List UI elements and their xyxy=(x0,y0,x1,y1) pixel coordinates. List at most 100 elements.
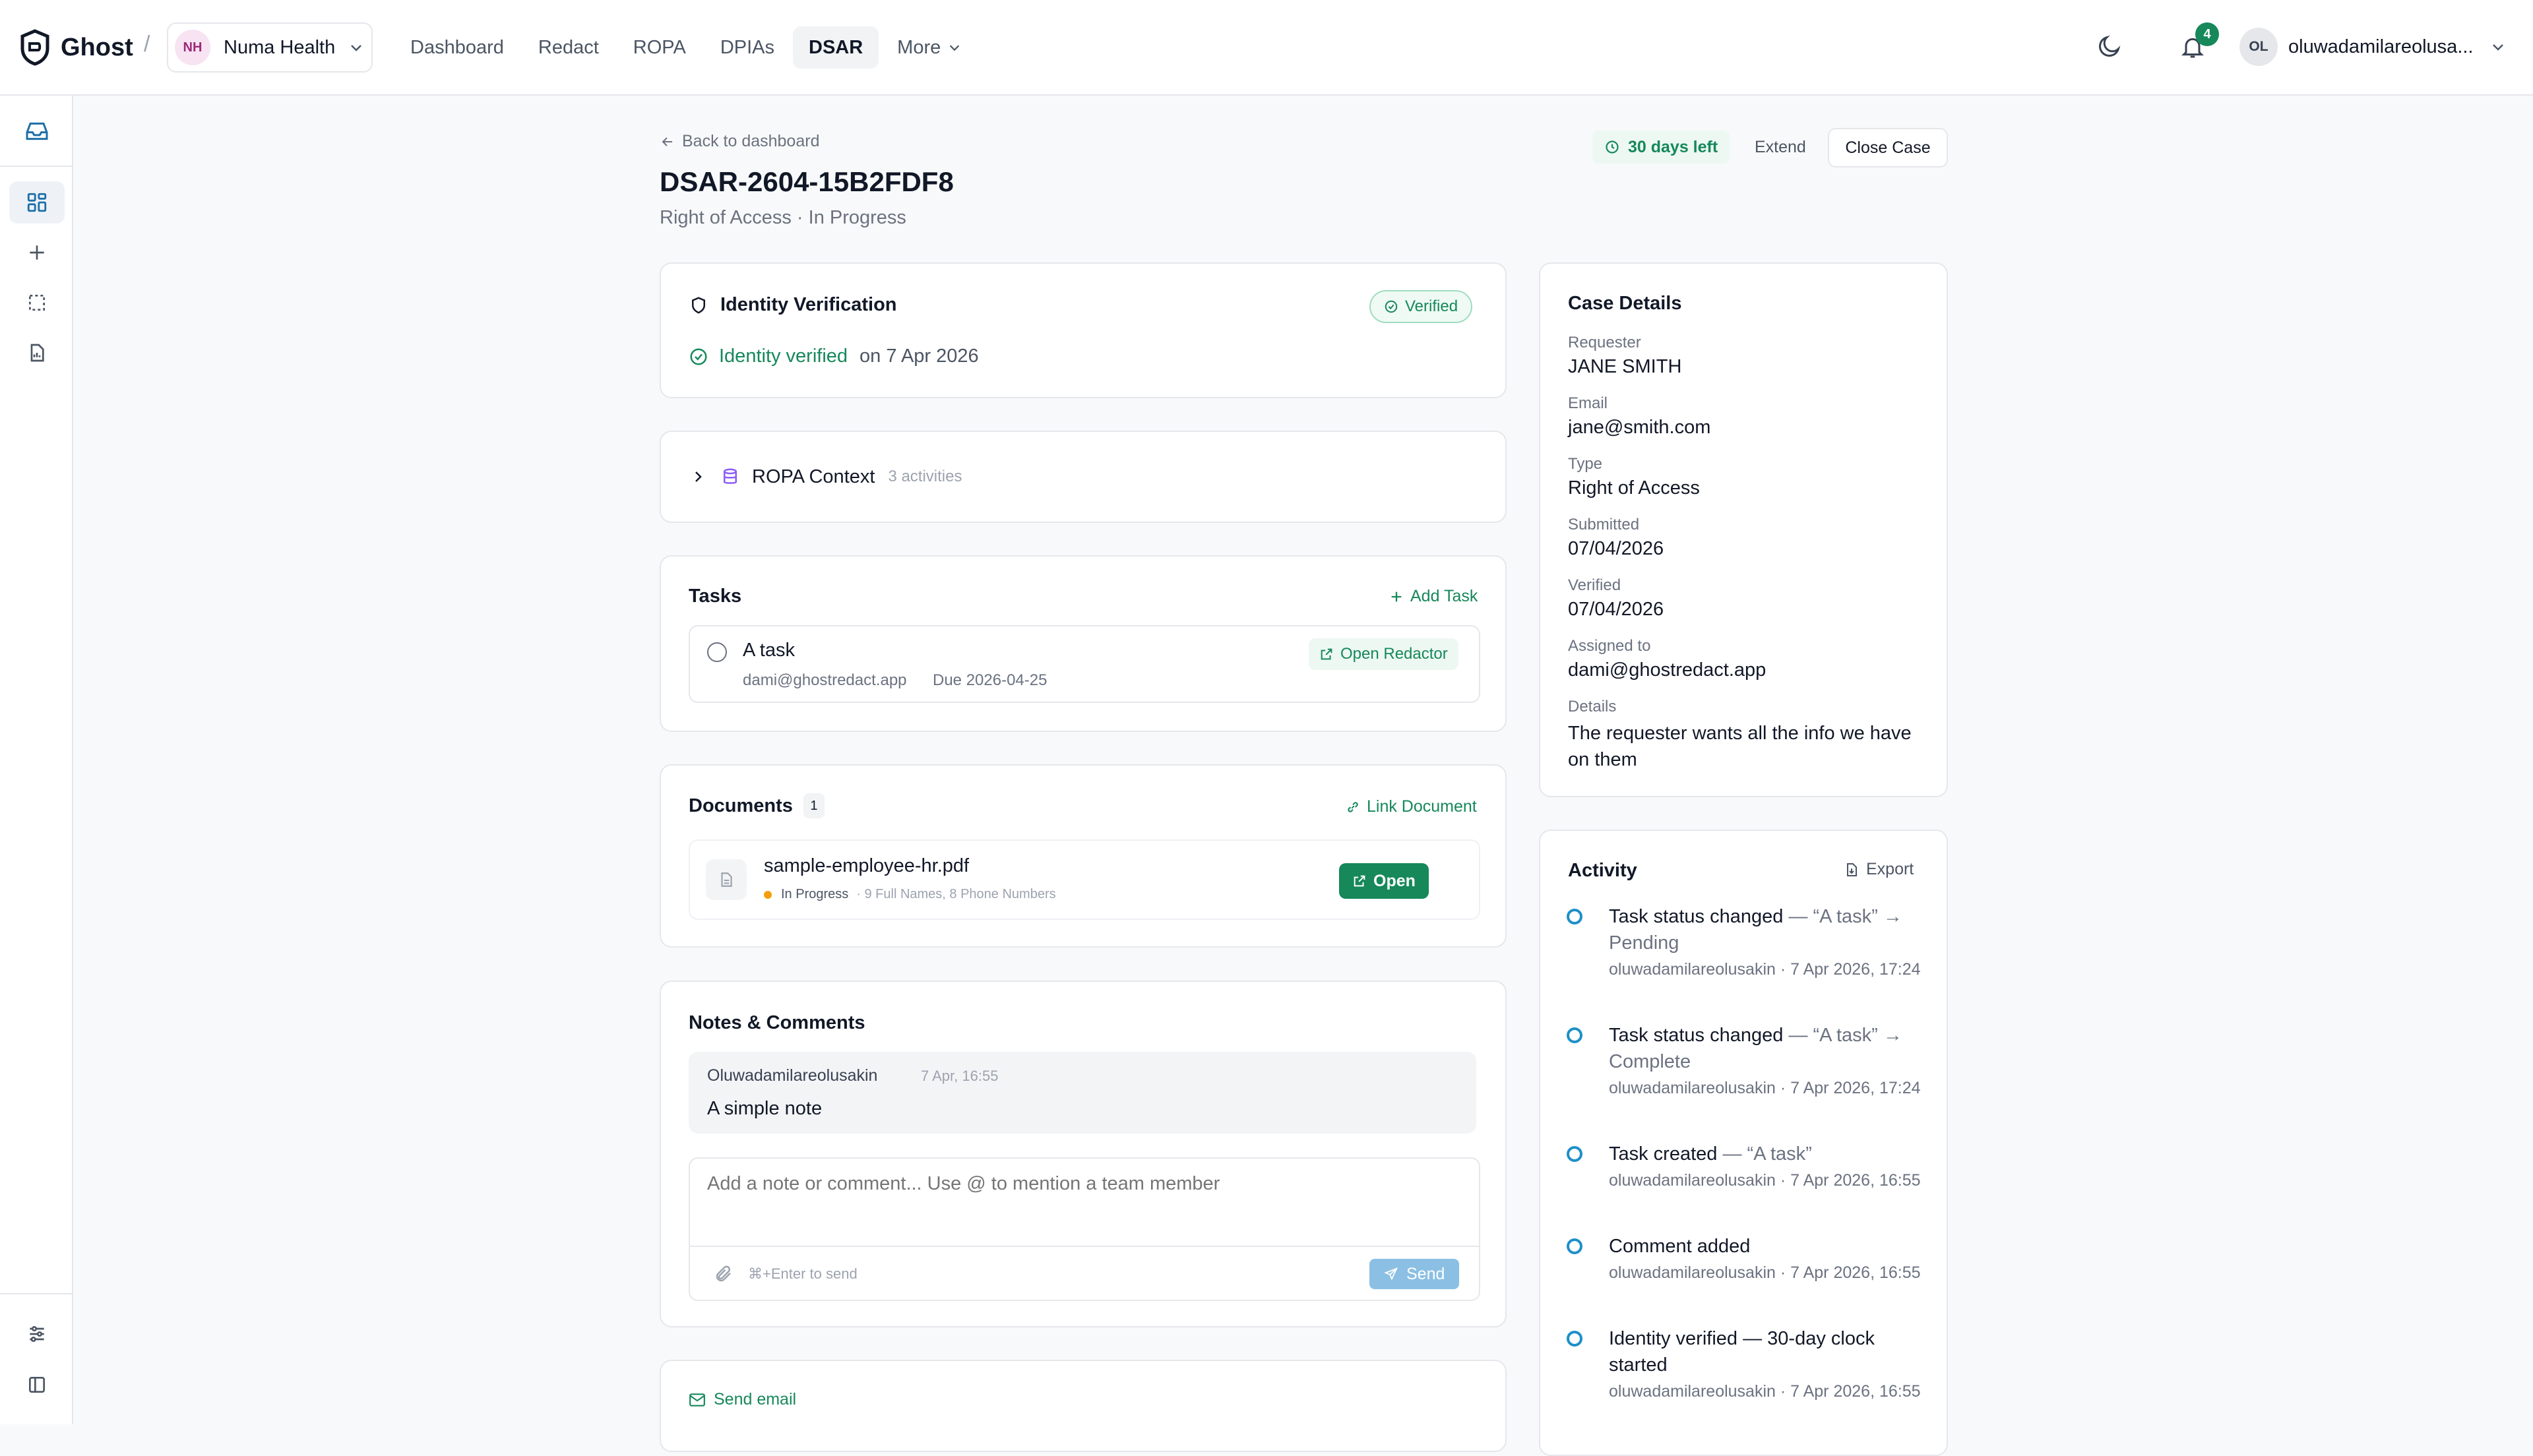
note-author: Oluwadamilareolusakin xyxy=(707,1066,878,1085)
activity-text: Comment added xyxy=(1609,1233,1923,1259)
activity-event: Task created xyxy=(1609,1143,1718,1165)
detail-value: 07/04/2026 xyxy=(1568,599,1664,620)
document-summary: · 9 Full Names, 8 Phone Numbers xyxy=(856,887,1056,901)
link-document-button[interactable]: Link Document xyxy=(1346,797,1477,816)
note-time: 7 Apr, 16:55 xyxy=(921,1068,999,1084)
avatar: OL xyxy=(2239,28,2278,66)
send-hint: ⌘+Enter to send xyxy=(748,1265,858,1282)
detail-label: Email xyxy=(1568,394,1608,412)
settings-sliders-icon[interactable] xyxy=(9,1313,65,1355)
activity-text: Task status changed — “A task” → Pending xyxy=(1609,903,1923,956)
panel-toggle-icon[interactable] xyxy=(9,1364,65,1406)
detail-type: Type Right of Access xyxy=(1568,455,1924,516)
days-left-badge: 30 days left xyxy=(1592,131,1730,164)
detail-label: Verified xyxy=(1568,576,1621,594)
activity-meta: oluwadamilareolusakin · 7 Apr 2026, 17:2… xyxy=(1609,1079,1921,1097)
open-document-label: Open xyxy=(1373,871,1416,890)
send-email-button[interactable]: Send email xyxy=(689,1390,796,1409)
case-details-card: Case Details Requester JANE SMITH Email … xyxy=(1539,262,1948,797)
detail-value: The requester wants all the info we have… xyxy=(1568,723,1912,770)
send-paper-plane-icon xyxy=(1384,1267,1398,1281)
notifications-button[interactable]: 4 xyxy=(2179,22,2219,61)
activity-event: Identity verified — 30-day clock started xyxy=(1609,1328,1875,1376)
theme-toggle-moon-icon[interactable] xyxy=(2096,33,2123,59)
clock-icon xyxy=(1604,139,1620,155)
nav-ropa[interactable]: ROPA xyxy=(617,26,702,69)
document-name: sample-employee-hr.pdf xyxy=(764,855,970,876)
paperclip-icon[interactable] xyxy=(714,1264,734,1284)
back-link-label: Back to dashboard xyxy=(682,132,820,150)
activity-timeline: Task status changed — “A task” → Pending… xyxy=(1567,903,1923,1444)
report-document-icon[interactable] xyxy=(9,332,65,374)
ghost-logo-icon xyxy=(20,29,50,66)
case-details-fields: Requester JANE SMITH Email jane@smith.co… xyxy=(1568,334,1924,773)
back-link[interactable]: Back to dashboard xyxy=(660,132,819,151)
task-title: A task xyxy=(743,640,795,661)
list-item: Identity verified — 30-day clock started… xyxy=(1567,1325,1923,1444)
detail-details: Details The requester wants all the info… xyxy=(1568,698,1924,773)
add-task-button[interactable]: Add Task xyxy=(1389,587,1478,606)
user-menu[interactable]: OL oluwadamilareolusa... xyxy=(2239,28,2506,66)
brand-name: Ghost xyxy=(61,33,133,61)
user-name: oluwadamilareolusa... xyxy=(2288,36,2474,57)
notes-title: Notes & Comments xyxy=(689,1012,865,1033)
timeline-dot xyxy=(1567,1331,1582,1347)
ropa-count: 3 activities xyxy=(888,468,962,485)
documents-title: Documents xyxy=(689,795,793,816)
activity-event: Task status changed xyxy=(1609,906,1784,927)
nav-redact[interactable]: Redact xyxy=(522,26,615,69)
close-case-button[interactable]: Close Case xyxy=(1828,128,1948,167)
brand[interactable]: Ghost xyxy=(20,25,133,70)
link-icon xyxy=(1346,800,1360,814)
activity-text: Task status changed — “A task” → Complet… xyxy=(1609,1022,1923,1075)
identity-status: Identity verified xyxy=(719,346,848,367)
open-document-button[interactable]: Open xyxy=(1339,863,1429,899)
document-status: In Progress xyxy=(781,887,849,901)
nav-dsar[interactable]: DSAR xyxy=(793,26,879,69)
inbox-icon[interactable] xyxy=(9,110,65,152)
send-button[interactable]: Send xyxy=(1369,1259,1460,1289)
separator: / xyxy=(144,32,150,57)
plus-icon xyxy=(1389,590,1404,604)
case-details-title: Case Details xyxy=(1568,293,1682,314)
plus-icon[interactable] xyxy=(9,231,65,274)
activity-event: Task status changed xyxy=(1609,1025,1784,1046)
detail-label: Submitted xyxy=(1568,516,1640,533)
file-icon xyxy=(706,859,747,900)
send-label: Send xyxy=(1406,1264,1445,1283)
page-title: DSAR-2604-15B2FDF8 xyxy=(660,166,954,197)
send-email-label: Send email xyxy=(714,1390,797,1409)
verified-badge: Verified xyxy=(1369,290,1473,323)
database-icon xyxy=(720,466,740,487)
activity-detail: — “A task” xyxy=(1717,1143,1812,1165)
detail-value: jane@smith.com xyxy=(1568,417,1711,438)
activity-card: Activity Export Task status changed — “A… xyxy=(1539,830,1948,1456)
export-button[interactable]: Export xyxy=(1844,860,1914,879)
ropa-context-card[interactable]: ROPA Context 3 activities xyxy=(660,431,1507,523)
detail-value: JANE SMITH xyxy=(1568,356,1682,377)
list-item: Task status changed — “A task” → Pending… xyxy=(1567,903,1923,1022)
identity-verification-card: Identity Verification Verified Identity … xyxy=(660,262,1507,398)
nav-more[interactable]: More xyxy=(881,26,978,69)
detail-value: 07/04/2026 xyxy=(1568,538,1664,559)
open-redactor-button[interactable]: Open Redactor xyxy=(1309,638,1458,670)
timeline-dot xyxy=(1567,909,1582,925)
dashboard-grid-icon[interactable] xyxy=(9,181,65,224)
select-area-icon[interactable] xyxy=(9,282,65,324)
file-export-icon xyxy=(1844,861,1860,878)
extend-button[interactable]: Extend xyxy=(1755,138,1806,157)
nav-dashboard[interactable]: Dashboard xyxy=(394,26,520,69)
page-subtitle: Right of Access · In Progress xyxy=(660,207,906,228)
workspace-switcher[interactable]: NH Numa Health xyxy=(167,22,373,73)
main-nav: Dashboard Redact ROPA DPIAs DSAR More xyxy=(394,26,978,69)
notes-card: Notes & Comments Oluwadamilareolusakin 7… xyxy=(660,981,1507,1327)
tasks-card: Tasks Add Task A task dami@ghostredact.a… xyxy=(660,555,1507,732)
nav-dpias[interactable]: DPIAs xyxy=(704,26,790,69)
sidebar xyxy=(0,96,73,1424)
comment-input[interactable] xyxy=(690,1159,1479,1247)
task-checkbox[interactable] xyxy=(707,642,727,662)
activity-meta: oluwadamilareolusakin · 7 Apr 2026, 16:5… xyxy=(1609,1171,1921,1190)
check-circle-icon xyxy=(689,347,708,367)
send-email-card: Send email xyxy=(660,1360,1507,1452)
ropa-title: ROPA Context xyxy=(752,466,875,487)
